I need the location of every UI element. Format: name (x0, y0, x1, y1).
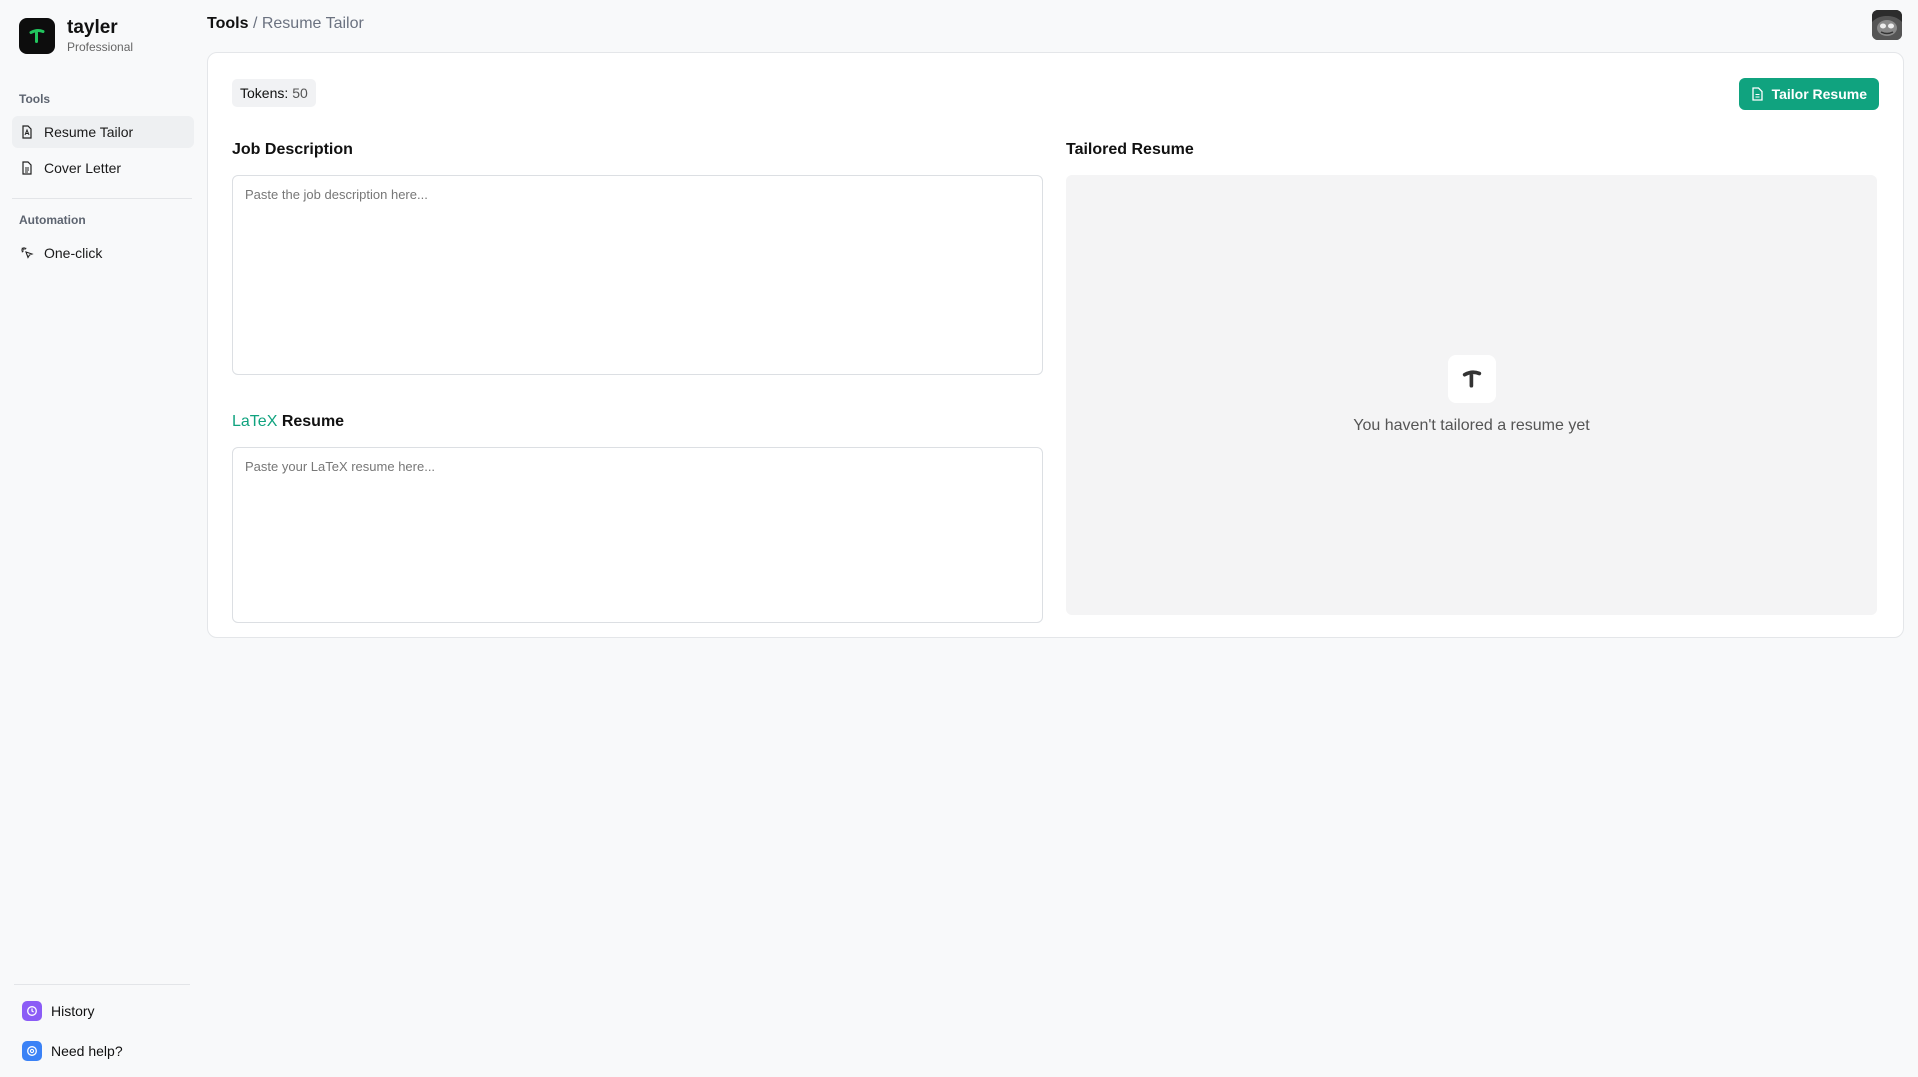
input-column: Job Description LaTeX Resume (232, 141, 1043, 623)
resume-icon (22, 125, 32, 139)
tailored-resume-output: You haven't tailored a resume yet (1066, 175, 1877, 615)
breadcrumb-current: Resume Tailor (261, 15, 364, 32)
sidebar-item-label: Need help? (51, 1043, 123, 1059)
latex-resume-input[interactable] (232, 447, 1043, 623)
sidebar-item-label: One-click (44, 245, 103, 261)
sparkle-click-icon (21, 247, 34, 259)
empty-state-text: You haven't tailored a resume yet (1353, 417, 1590, 434)
breadcrumb-separator: / (252, 15, 258, 32)
sidebar-item-one-click[interactable]: One-click (12, 237, 194, 269)
tailored-resume-label: Tailored Resume (1066, 141, 1194, 158)
sidebar-bottom-divider (14, 984, 190, 985)
sidebar-item-label: Resume Tailor (44, 124, 134, 140)
sidebar-item-label: Cover Letter (44, 160, 122, 176)
latex-label-accent: LaTeX (232, 413, 278, 430)
breadcrumb: Tools / Resume Tailor (207, 15, 364, 33)
sidebar-item-cover-letter[interactable]: Cover Letter (12, 152, 194, 184)
brand[interactable]: tayler Professional (12, 18, 190, 54)
document-icon (22, 161, 32, 175)
history-icon (22, 1001, 42, 1021)
job-description-input[interactable] (232, 175, 1043, 375)
sidebar-item-label: History (51, 1003, 95, 1019)
document-icon (1751, 87, 1763, 101)
sidebar-item-help[interactable]: Need help? (14, 1037, 190, 1065)
sidebar-item-history[interactable]: History (14, 997, 190, 1025)
sidebar-bottom: History Need help? (14, 984, 190, 1065)
tailor-resume-button-label: Tailor Resume (1771, 86, 1867, 102)
avatar-image (1872, 10, 1902, 40)
tayler-logo-icon (1447, 355, 1496, 403)
resume-tailor-card: Tokens: 50 Tailor Resume Job Description… (207, 52, 1904, 638)
latex-resume-label: LaTeX Resume (232, 413, 1043, 433)
breadcrumb-root[interactable]: Tools (207, 15, 248, 32)
tayler-logo-icon (19, 18, 55, 54)
tokens-value: 50 (292, 85, 308, 101)
sidebar: tayler Professional Tools Resume Tailor … (0, 0, 200, 1077)
avatar[interactable] (1872, 10, 1902, 40)
help-icon (22, 1041, 42, 1061)
tokens-badge: Tokens: 50 (232, 79, 316, 107)
sidebar-divider (12, 198, 192, 199)
section-label-tools: Tools (19, 92, 51, 106)
output-column: Tailored Resume You haven't tailored a r… (1066, 141, 1877, 615)
brand-name: tayler (67, 17, 118, 38)
section-label-automation: Automation (19, 213, 86, 227)
job-description-label: Job Description (232, 141, 353, 158)
brand-plan: Professional (67, 40, 134, 54)
latex-label-rest: Resume (277, 413, 345, 430)
sidebar-item-resume-tailor[interactable]: Resume Tailor (12, 116, 194, 148)
tokens-label: Tokens: (240, 85, 289, 101)
tailor-resume-button[interactable]: Tailor Resume (1738, 78, 1879, 110)
